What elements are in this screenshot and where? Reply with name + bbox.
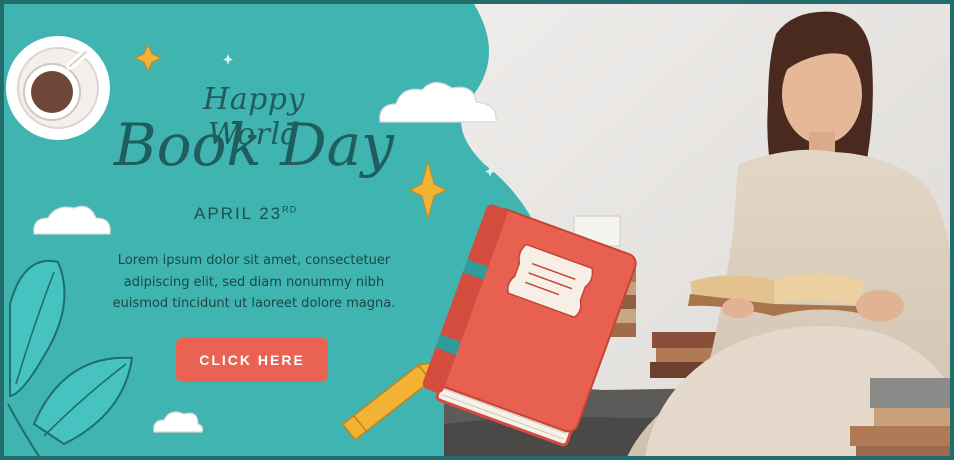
cloud-icon [33, 205, 111, 235]
sparkle-icon [408, 160, 448, 220]
book-day-banner: Happy World Book Day APRIL 23RD Lorem ip… [0, 0, 954, 460]
cloud-icon [379, 81, 497, 123]
sparkle-icon [485, 166, 495, 177]
description-text: Lorem ipsum dolor sit amet, consectetuer… [112, 253, 396, 311]
title-book-day: Book Day [114, 111, 394, 179]
red-book-icon [422, 204, 637, 447]
sparkle-icon [223, 54, 233, 65]
cloud-icon [153, 411, 204, 433]
event-date: APRIL 23RD [194, 204, 297, 224]
coffee-cup-icon [6, 36, 110, 140]
click-here-button[interactable]: CLICK HERE [176, 338, 328, 382]
sparkle-icon [133, 43, 163, 73]
event-date-suffix: RD [282, 204, 298, 215]
decorations [6, 36, 637, 456]
event-date-text: APRIL 23 [194, 204, 283, 223]
